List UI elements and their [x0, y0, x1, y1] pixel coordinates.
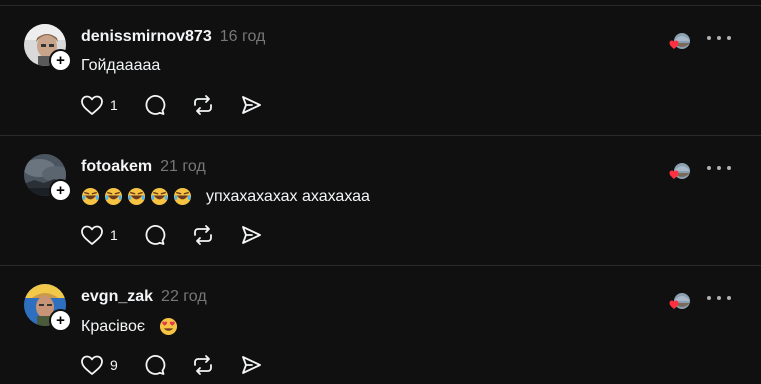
repost-icon [193, 95, 212, 115]
reply-text-content: упхахахахах ахахахаа [206, 187, 370, 205]
liked-by-author-indicator[interactable] [669, 291, 690, 311]
heart-icon [669, 170, 679, 179]
repost-button[interactable] [192, 92, 214, 118]
heart-icon [81, 225, 103, 245]
avatar[interactable]: + [24, 284, 72, 332]
reply-button[interactable] [144, 352, 166, 378]
reply-text-content: Гойдааааа [81, 57, 161, 74]
follow-plus-icon[interactable]: + [49, 49, 72, 72]
username[interactable]: evgn_zak [81, 288, 153, 306]
more-icon-dot [727, 36, 731, 40]
rolling-laughing-emoji [104, 187, 123, 206]
reply-text: Красівоє [81, 317, 178, 336]
repost-button[interactable] [192, 352, 214, 378]
more-icon-dot [707, 166, 711, 170]
like-count: 1 [110, 97, 118, 113]
reply-post: + denissmirnov873 16 год Гойдааааа 1 [0, 6, 761, 136]
share-button[interactable] [240, 352, 262, 378]
avatar[interactable]: + [24, 154, 72, 202]
timestamp[interactable]: 21 год [160, 158, 206, 176]
comment-icon [145, 225, 166, 245]
timestamp[interactable]: 22 год [161, 288, 207, 306]
timestamp[interactable]: 16 год [220, 28, 266, 46]
more-icon-dot [727, 166, 731, 170]
repost-icon [193, 225, 212, 245]
share-button[interactable] [240, 222, 262, 248]
share-icon [241, 226, 261, 244]
more-icon-dot [717, 296, 721, 300]
rolling-laughing-emoji [127, 187, 146, 206]
action-bar: 9 [80, 352, 288, 378]
reply-button[interactable] [144, 222, 166, 248]
heart-icon [81, 355, 103, 375]
more-icon-dot [707, 36, 711, 40]
heart-icon [81, 95, 103, 115]
username[interactable]: denissmirnov873 [81, 28, 212, 46]
heart-icon [669, 40, 679, 49]
rolling-laughing-emoji [150, 187, 169, 206]
follow-plus-icon[interactable]: + [49, 179, 72, 202]
like-button[interactable]: 1 [80, 222, 118, 248]
reply-text-content: Красівоє [81, 317, 146, 335]
avatar[interactable]: + [24, 24, 72, 72]
more-icon-dot [727, 296, 731, 300]
repost-button[interactable] [192, 222, 214, 248]
like-count: 9 [110, 357, 118, 373]
like-count: 1 [110, 227, 118, 243]
comment-icon [145, 355, 166, 375]
like-button[interactable]: 1 [80, 92, 118, 118]
replies-feed: + denissmirnov873 16 год Гойдааааа 1 + f… [0, 0, 761, 384]
username[interactable]: fotoakem [81, 158, 152, 176]
reply-button[interactable] [144, 92, 166, 118]
share-icon [241, 356, 261, 374]
more-options-button[interactable] [707, 288, 731, 308]
more-icon-dot [717, 166, 721, 170]
like-button[interactable]: 9 [80, 352, 118, 378]
more-options-button[interactable] [707, 158, 731, 178]
share-button[interactable] [240, 92, 262, 118]
more-icon-dot [707, 296, 711, 300]
comment-icon [145, 95, 166, 115]
reply-post: + fotoakem 21 год упхахахахах ахахахаа 1 [0, 136, 761, 266]
repost-icon [193, 355, 212, 375]
more-options-button[interactable] [707, 28, 731, 48]
action-bar: 1 [80, 222, 288, 248]
reply-text: упхахахахах ахахахаа [81, 187, 370, 206]
share-icon [241, 96, 261, 114]
heart-icon [669, 300, 679, 309]
rolling-laughing-emoji [173, 187, 192, 206]
heart-eyes-emoji [159, 317, 178, 336]
action-bar: 1 [80, 92, 288, 118]
liked-by-author-indicator[interactable] [669, 161, 690, 181]
rolling-laughing-emoji [81, 187, 100, 206]
reply-post: + evgn_zak 22 год Красівоє 9 [0, 266, 761, 384]
reply-text: Гойдааааа [81, 57, 160, 75]
more-icon-dot [717, 36, 721, 40]
liked-by-author-indicator[interactable] [669, 31, 690, 51]
follow-plus-icon[interactable]: + [49, 309, 72, 332]
